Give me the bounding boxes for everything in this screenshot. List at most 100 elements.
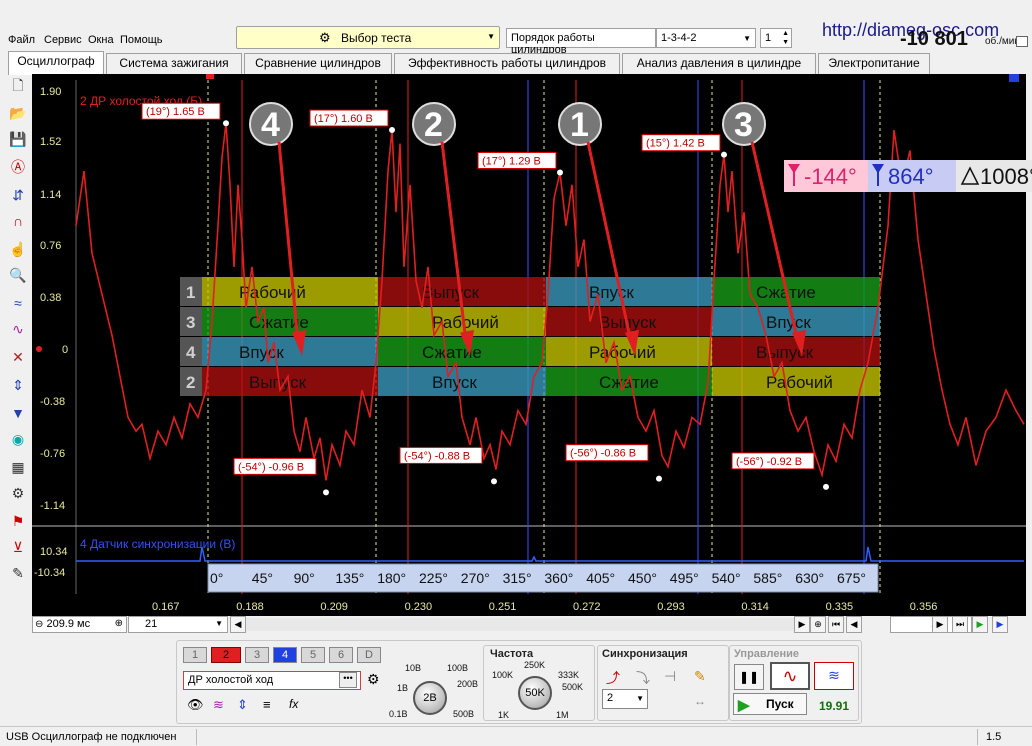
level-icon[interactable]: ⊣ xyxy=(664,668,676,685)
minus-icon[interactable]: ⊖ xyxy=(35,619,43,630)
filter-icon[interactable]: ▼ xyxy=(6,402,30,424)
phase-row-number: 3 xyxy=(186,313,195,332)
cursor-2-marker[interactable] xyxy=(1009,74,1019,82)
next-page-button[interactable]: ▶ xyxy=(932,616,948,633)
frequency-knob[interactable]: 50K xyxy=(518,676,552,710)
expand-icon[interactable]: ↔ xyxy=(694,694,706,708)
channel-2-button[interactable]: 2 xyxy=(211,647,241,663)
gear-icon: ⚙ xyxy=(319,30,331,45)
range-tick: 100В xyxy=(447,663,469,673)
zoom-icon[interactable]: 🔍 xyxy=(6,264,30,286)
cylinder-order-select[interactable]: 1-3-4-2 ▼ xyxy=(656,28,756,48)
spin-arrows-icon[interactable]: ▲ ▼ xyxy=(782,29,789,47)
last-page-button[interactable]: ⏭ xyxy=(952,616,968,633)
marker-flag-icon[interactable]: ⚑ xyxy=(6,510,30,532)
tab-power-supply[interactable]: Электропитание xyxy=(818,53,930,74)
channel4-title: 4 Датчик синхронизации (В) xyxy=(80,537,235,551)
sync-channel-select[interactable]: 2 ▼ xyxy=(602,689,648,709)
scroll-left-button[interactable]: ◀ xyxy=(230,616,246,633)
start-button[interactable]: ▶ Пуск xyxy=(733,693,807,715)
play-icon: ▶ xyxy=(738,697,750,714)
new-file-icon[interactable]: 🗋 xyxy=(6,76,30,98)
channel-1-button[interactable]: 1 xyxy=(183,647,207,663)
peak-label: (17°) 1.60 В xyxy=(314,113,373,125)
left-toolbar: 🗋 📂 💾 Ⓐ ⇵ ∩ ☝ 🔍 ≈ ∿ ✕ ⇕ ▼ ◉ ▦ ⚙ ⚑ ⊻ ✎ xyxy=(4,76,32,586)
prev-page-button[interactable]: ◀ xyxy=(846,616,862,633)
pause-button[interactable]: ❚❚ xyxy=(734,664,764,690)
auto-gear-icon[interactable]: ⚙ xyxy=(6,482,30,504)
cross-wave-icon[interactable]: ✕ xyxy=(6,346,30,368)
play-button[interactable]: ▶ xyxy=(972,616,988,633)
time-per-div-stepper[interactable]: ⊖ 209.9 мс ⊕ xyxy=(32,616,127,633)
hand-icon[interactable]: ☝ xyxy=(6,238,30,260)
falling-edge-icon[interactable]: ⤵ xyxy=(636,668,650,688)
menu-help[interactable]: Помощь xyxy=(120,34,163,46)
plus-icon[interactable]: ⊕ xyxy=(115,618,123,629)
first-page-button[interactable]: ⏮ xyxy=(828,616,844,633)
tab-pressure-analysis[interactable]: Анализ давления в цилиндре xyxy=(622,53,816,74)
grid-icon[interactable]: ▦ xyxy=(6,456,30,478)
menu-service[interactable]: Сервис xyxy=(44,34,82,46)
phase-table: 1 Рабочий Выпуск Впуск Сжатие 3 Сжатие Рабочий В… xyxy=(180,277,880,396)
y-tick: 1.14 xyxy=(40,189,61,201)
channel-5-button[interactable]: 5 xyxy=(301,647,325,663)
phase-cell xyxy=(202,337,378,366)
connection-status: USB Осциллограф не подключен xyxy=(6,731,177,743)
wave-overlay-icon[interactable]: ∿ xyxy=(6,318,30,340)
tab-cylinder-efficiency[interactable]: Эффективность работы цилиндров xyxy=(394,53,620,74)
horizontal-scrollbar[interactable] xyxy=(246,618,826,631)
freq-tick: 1K xyxy=(498,710,510,720)
trigger-marker[interactable] xyxy=(206,74,214,79)
cursor-icon[interactable]: ⇵ xyxy=(6,184,30,206)
frequency-group: Частота 250K 100K 333K 500K 1K 1M 50K xyxy=(483,645,595,721)
oscilloscope-plot[interactable]: 1.90 1.52 1.14 0.76 0.38 0 -0.38 -0.76 -… xyxy=(32,74,1032,620)
channel-4-button[interactable]: 4 xyxy=(273,647,297,663)
window-restore-button[interactable] xyxy=(1016,36,1028,47)
tab-oscilloscope[interactable]: Осциллограф xyxy=(8,51,104,75)
degree-tick: 315° xyxy=(503,570,532,586)
divisions-select[interactable]: 21 ▼ xyxy=(128,616,228,633)
invert-icon[interactable]: ⇕ xyxy=(237,697,248,713)
range-knob[interactable]: 2В xyxy=(413,681,447,715)
channel-6-button[interactable]: 6 xyxy=(329,647,353,663)
phase-label: Сжатие xyxy=(599,373,659,392)
waveform-icon[interactable]: ≈ xyxy=(6,292,30,314)
channel-name-field[interactable]: ДР холостой ход xyxy=(183,671,361,690)
scale-arrows-icon[interactable]: ⇕ xyxy=(6,374,30,396)
chevron-down-icon: ▼ xyxy=(636,694,644,703)
channel-name-browse-button[interactable]: ••• xyxy=(339,672,357,688)
sensor-icon[interactable]: ◉ xyxy=(6,428,30,450)
channel-zero-marker[interactable] xyxy=(36,346,42,352)
test-select[interactable]: ⚙ Выбор теста ▼ xyxy=(236,26,500,49)
tab-cylinder-compare[interactable]: Сравнение цилиндров xyxy=(244,53,392,74)
scroll-right-button[interactable]: ▶ xyxy=(794,616,810,633)
baseline-icon[interactable]: ⊻ xyxy=(6,536,30,558)
add-page-button[interactable]: ⊕ xyxy=(810,616,826,633)
line-width-icon[interactable]: ≡ xyxy=(263,697,271,712)
range-tick: 1В xyxy=(397,683,409,693)
wave-style-icon[interactable]: ≋ xyxy=(213,697,224,713)
rising-edge-icon[interactable]: ⤴ xyxy=(606,668,620,688)
magnet-icon[interactable]: ∩ xyxy=(6,210,30,232)
notes-icon[interactable]: ✎ xyxy=(6,562,30,584)
freq-tick: 1M xyxy=(556,710,569,720)
menu-file[interactable]: Файл xyxy=(8,34,35,46)
auto-scale-icon[interactable]: Ⓐ xyxy=(6,156,30,178)
eye-icon[interactable]: 👁 xyxy=(187,697,204,713)
save-icon[interactable]: 💾 xyxy=(6,128,30,150)
phase-label: Впуск xyxy=(766,313,811,332)
channel-digital-button[interactable]: D xyxy=(357,647,381,663)
menu-windows[interactable]: Окна xyxy=(88,34,114,46)
tab-ignition[interactable]: Система зажигания xyxy=(106,53,242,74)
channel-3-button[interactable]: 3 xyxy=(245,647,269,663)
function-icon[interactable]: fx xyxy=(289,697,298,711)
multi-wave-button[interactable]: ≋ xyxy=(814,662,854,690)
single-wave-button[interactable]: ∿ xyxy=(770,662,810,690)
cylinder-stepper[interactable]: 1 ▲ ▼ xyxy=(760,28,792,48)
channel-settings-icon[interactable]: ⚙ xyxy=(367,671,380,688)
degree-tick: 450° xyxy=(628,570,657,586)
open-folder-icon[interactable]: 📂 xyxy=(6,102,30,124)
phase-row-number: 2 xyxy=(186,373,195,392)
auto-trigger-icon[interactable]: ✎ xyxy=(694,668,706,685)
play-blue-button[interactable]: ▶ xyxy=(992,616,1008,633)
